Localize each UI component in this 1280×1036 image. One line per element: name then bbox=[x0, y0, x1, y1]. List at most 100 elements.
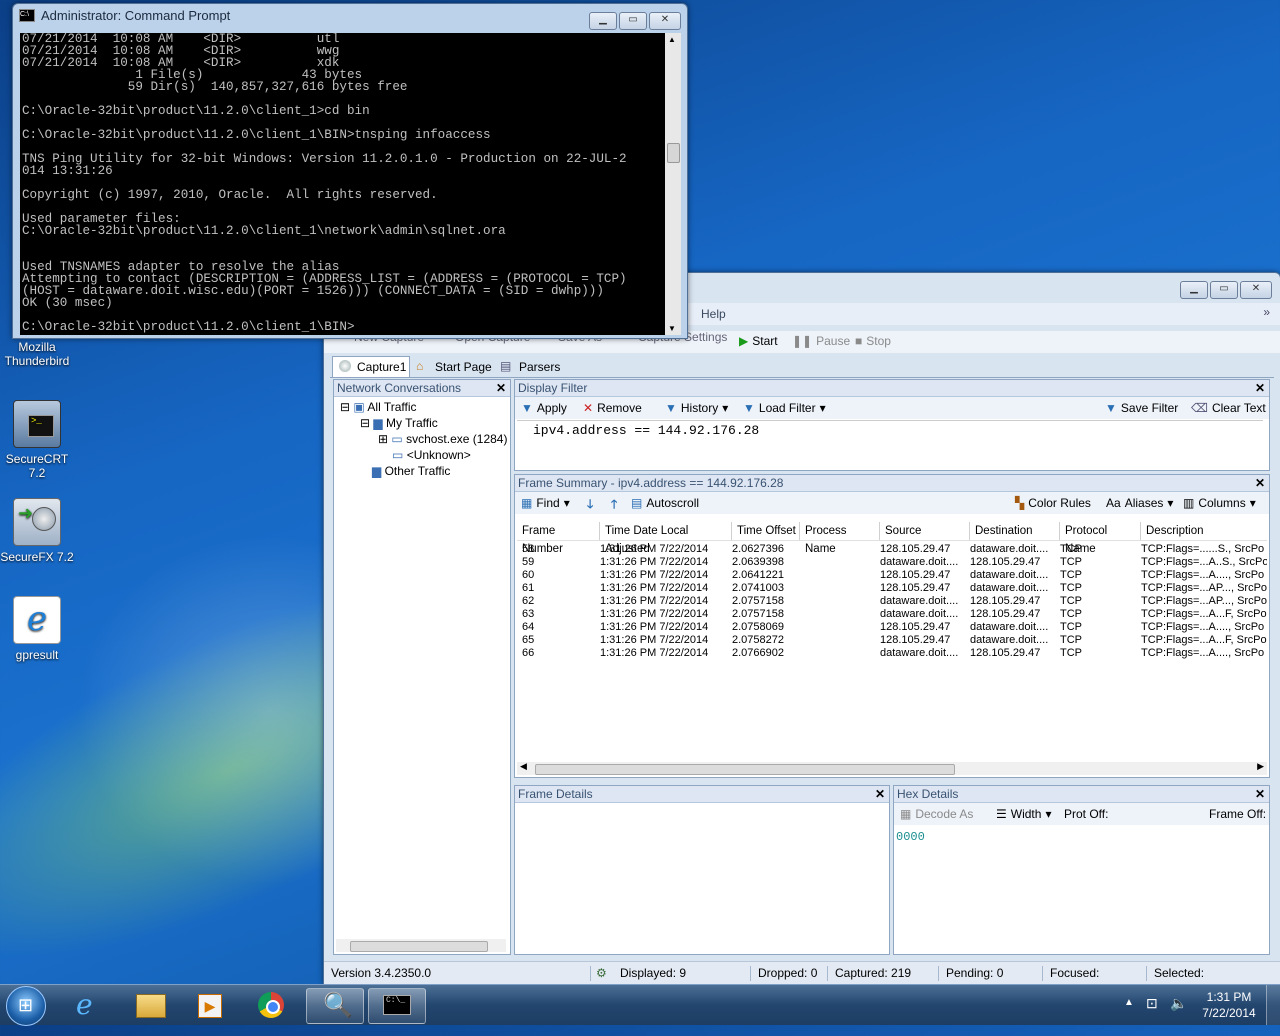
tab-label: Capture1 bbox=[357, 360, 407, 374]
cmd-title-buttons: ▁ ▭ ✕ bbox=[589, 12, 681, 30]
tree-unknown[interactable]: ▭ <Unknown> bbox=[392, 448, 471, 462]
table-cell: 128.105.29.47 bbox=[880, 543, 951, 555]
clock[interactable]: 1:31 PM 7/22/2014 bbox=[1196, 989, 1262, 1021]
tree-all-traffic[interactable]: ⊟ ▣ All Traffic bbox=[340, 400, 417, 414]
taskbar-network-monitor[interactable]: 🔍 bbox=[306, 988, 364, 1024]
column-header[interactable]: Destination bbox=[970, 522, 1060, 540]
column-header[interactable]: Source bbox=[880, 522, 970, 540]
column-header[interactable]: Process Name bbox=[800, 522, 880, 555]
scroll-down-icon[interactable]: ▼ bbox=[668, 324, 676, 333]
desktop-icon-gpresult[interactable]: e gpresult bbox=[0, 596, 74, 662]
table-row[interactable]: 59 1:31:26 PM 7/22/2014 2.0639398 dataware.… bbox=[517, 556, 1267, 569]
pause-button[interactable]: ❚❚ Pause bbox=[792, 334, 850, 348]
apply-button[interactable]: ▼ Apply bbox=[521, 401, 567, 415]
dropdown-arrow-icon: ▾ bbox=[563, 496, 570, 510]
table-row[interactable]: 61 1:31:26 PM 7/22/2014 2.0741003 128.105.2… bbox=[517, 582, 1267, 595]
close-icon[interactable]: ✕ bbox=[496, 380, 506, 396]
column-header[interactable]: Frame Number bbox=[517, 522, 600, 555]
tab-capture1[interactable]: Capture1 bbox=[332, 356, 410, 377]
table-row[interactable]: 66 1:31:26 PM 7/22/2014 2.0766902 dataware.… bbox=[517, 647, 1267, 660]
close-icon[interactable]: ✕ bbox=[1255, 786, 1265, 802]
width-button[interactable]: ☰ Width ▾ bbox=[996, 807, 1051, 821]
close-icon[interactable]: ✕ bbox=[1255, 475, 1265, 491]
table-row[interactable]: 60 1:31:26 PM 7/22/2014 2.0641221 128.105.2… bbox=[517, 569, 1267, 582]
color-rules-icon: ▚ bbox=[1015, 496, 1025, 510]
table-cell: 2.0741003 bbox=[732, 582, 784, 594]
scroll-right-icon[interactable]: ▶ bbox=[1257, 761, 1264, 772]
network-icon[interactable]: ⊡ bbox=[1146, 995, 1158, 1012]
remove-button[interactable]: ✕ Remove bbox=[583, 401, 642, 415]
window-title-text: Administrator: Command Prompt bbox=[41, 8, 231, 23]
desktop-icon-thunderbird[interactable]: Mozilla Thunderbird bbox=[0, 340, 74, 368]
decode-as-button[interactable]: ▦ Decode As bbox=[900, 807, 973, 821]
save-filter-button[interactable]: ▼ Save Filter bbox=[1105, 401, 1178, 415]
aliases-button[interactable]: Aa Aliases ▾ bbox=[1106, 496, 1173, 510]
filter-expression-input[interactable]: ipv4.address == 144.92.176.28 bbox=[517, 420, 1263, 466]
columns-button[interactable]: ▥ Columns ▾ bbox=[1183, 496, 1256, 510]
taskbar-internet-explorer[interactable]: e bbox=[62, 988, 118, 1022]
table-cell: dataware.doit.... bbox=[970, 582, 1049, 594]
table-cell: TCP:Flags=...A..S., SrcPo bbox=[1141, 556, 1267, 568]
find-prev-up-icon[interactable]: 🡑 bbox=[611, 495, 617, 516]
column-header[interactable]: Protocol Name bbox=[1060, 522, 1141, 555]
securecrt-icon: >_ bbox=[13, 400, 61, 448]
table-cell: dataware.doit.... bbox=[970, 634, 1049, 646]
maximize-button[interactable]: ▭ bbox=[619, 12, 647, 30]
color-rules-button[interactable]: ▚ Color Rules bbox=[1015, 496, 1091, 510]
table-row[interactable]: 58 1:31:26 PM 7/22/2014 2.0627396 128.105.2… bbox=[517, 543, 1267, 556]
find-button[interactable]: ▦ Find ▾ bbox=[521, 496, 570, 510]
scroll-up-icon[interactable]: ▲ bbox=[668, 35, 676, 44]
close-icon[interactable]: ✕ bbox=[875, 786, 885, 802]
table-row[interactable]: 65 1:31:26 PM 7/22/2014 2.0758272 128.105.2… bbox=[517, 634, 1267, 647]
start-button[interactable]: ⊞ bbox=[6, 986, 46, 1026]
close-icon[interactable]: ✕ bbox=[1255, 380, 1265, 396]
find-next-down-icon[interactable]: 🡓 bbox=[587, 495, 593, 516]
autoscroll-button[interactable]: ▤ Autoscroll bbox=[631, 496, 699, 510]
minimize-button[interactable]: ▁ bbox=[589, 12, 617, 30]
column-header[interactable]: Time Offset bbox=[732, 522, 800, 540]
status-version: Version 3.4.2350.0 bbox=[331, 966, 432, 980]
scroll-left-icon[interactable]: ◀ bbox=[520, 761, 527, 772]
history-button[interactable]: ▼ History ▾ bbox=[665, 401, 728, 415]
taskbar-media-player[interactable]: ▶ bbox=[182, 988, 238, 1022]
console-output[interactable]: 07/21/2014 10:08 AM <DIR> utl 07/21/2014 … bbox=[20, 33, 665, 335]
horizontal-scrollbar[interactable] bbox=[336, 939, 506, 952]
table-row[interactable]: 64 1:31:26 PM 7/22/2014 2.0758069 128.105.2… bbox=[517, 621, 1267, 634]
scroll-thumb[interactable] bbox=[535, 764, 955, 775]
tree-svchost[interactable]: ⊞ ▭ svchost.exe (1284) bbox=[378, 432, 507, 446]
network-conversations-panel: Network Conversations ✕ ⊟ ▣ All Traffic ⊟… bbox=[333, 379, 511, 955]
hex-offset: 0000 bbox=[896, 830, 925, 844]
close-button[interactable]: ✕ bbox=[1240, 281, 1272, 299]
scroll-thumb[interactable] bbox=[667, 143, 680, 163]
menu-help[interactable]: Help bbox=[701, 307, 726, 321]
close-button[interactable]: ✕ bbox=[649, 12, 681, 30]
taskbar-explorer[interactable] bbox=[122, 988, 178, 1022]
column-header[interactable]: Description bbox=[1141, 522, 1267, 540]
minimize-button[interactable]: ▁ bbox=[1180, 281, 1208, 299]
horizontal-scrollbar[interactable]: ◀ ▶ bbox=[517, 761, 1267, 775]
scroll-thumb[interactable] bbox=[350, 941, 488, 952]
tab-start-page[interactable]: ⌂ Start Page bbox=[412, 358, 492, 376]
status-selected: Selected: bbox=[1154, 966, 1205, 980]
show-desktop-button[interactable] bbox=[1266, 985, 1280, 1025]
table-row[interactable]: 62 1:31:26 PM 7/22/2014 2.0757158 dataware.… bbox=[517, 595, 1267, 608]
column-header[interactable]: Time Date Local Adjusted bbox=[600, 522, 732, 555]
tab-parsers[interactable]: ▤ Parsers bbox=[496, 358, 562, 376]
show-hidden-icons[interactable]: ▲ bbox=[1124, 997, 1134, 1008]
tree-other-traffic[interactable]: ▆ Other Traffic bbox=[372, 464, 450, 478]
taskbar-command-prompt[interactable]: C:\_ bbox=[368, 988, 426, 1024]
desktop-icon-securecrt[interactable]: >_ SecureCRT 7.2 bbox=[0, 400, 74, 480]
taskbar-chrome[interactable] bbox=[244, 988, 300, 1022]
start-button[interactable]: ▶ Start bbox=[739, 334, 778, 348]
vertical-scrollbar[interactable]: ▲ ▼ bbox=[665, 33, 681, 335]
table-cell: TCP:Flags=...A...., SrcPo bbox=[1141, 621, 1265, 633]
chevron-icon[interactable]: » bbox=[1263, 305, 1270, 319]
tree-my-traffic[interactable]: ⊟ ▆ My Traffic bbox=[360, 416, 438, 430]
table-row[interactable]: 63 1:31:26 PM 7/22/2014 2.0757158 dataware.… bbox=[517, 608, 1267, 621]
maximize-button[interactable]: ▭ bbox=[1210, 281, 1238, 299]
clear-text-button[interactable]: ⌫ Clear Text bbox=[1191, 401, 1266, 415]
load-filter-button[interactable]: ▼ Load Filter ▾ bbox=[743, 401, 826, 415]
desktop-icon-securefx[interactable]: ➜ SecureFX 7.2 bbox=[0, 498, 74, 564]
stop-button[interactable]: ■ Stop bbox=[855, 334, 891, 348]
volume-icon[interactable]: 🔈 bbox=[1170, 995, 1187, 1012]
